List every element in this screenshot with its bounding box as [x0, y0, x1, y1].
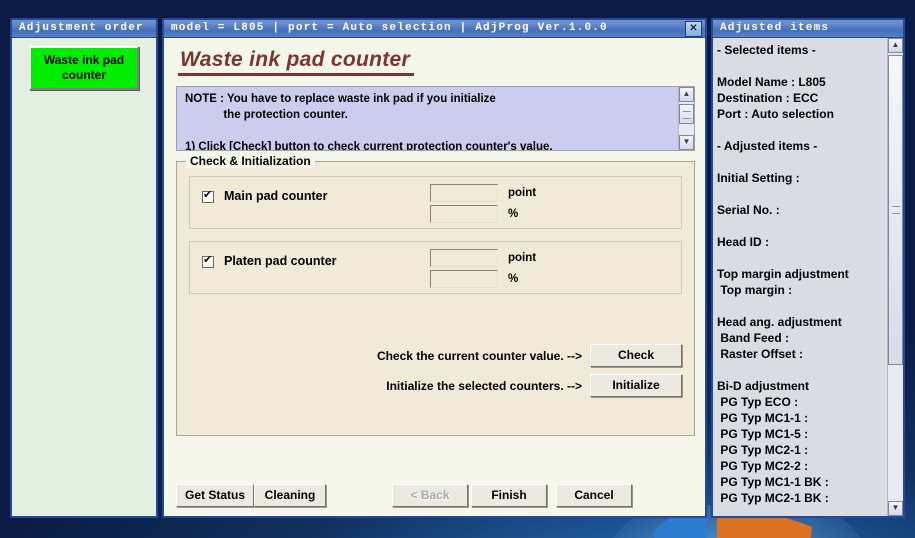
- platen-pad-percent-unit: %: [508, 273, 519, 285]
- note-scrollbar[interactable]: ▲ ▼: [678, 87, 694, 150]
- initialize-action-label: Initialize the selected counters. -->: [386, 378, 582, 393]
- platen-pad-percent-field[interactable]: [430, 270, 498, 288]
- back-button: < Back: [392, 484, 468, 507]
- finish-button[interactable]: Finish: [471, 484, 547, 507]
- main-pad-counter-row: Main pad counter point %: [189, 176, 682, 229]
- sidebar-title: Adjustment order: [12, 20, 156, 38]
- cleaning-button[interactable]: Cleaning: [254, 484, 326, 507]
- scroll-down-icon[interactable]: ▼: [888, 501, 903, 516]
- main-pad-point-field[interactable]: [430, 184, 498, 202]
- scroll-up-icon[interactable]: ▲: [679, 87, 694, 102]
- check-button[interactable]: Check: [590, 344, 682, 367]
- adjusted-items-text: - Selected items - Model Name : L805 Des…: [717, 43, 849, 505]
- check-and-initialization-group: Check & Initialization Main pad counter …: [176, 154, 695, 436]
- main-pad-percent-field[interactable]: [430, 205, 498, 223]
- scroll-up-icon[interactable]: ▲: [888, 38, 903, 53]
- platen-pad-counter-row: Platen pad counter point %: [189, 241, 682, 294]
- main-pad-counter-checkbox[interactable]: [202, 188, 214, 203]
- note-box: NOTE : You have to replace waste ink pad…: [176, 86, 695, 151]
- page-title: Waste ink pad counter: [178, 48, 414, 76]
- adjustment-order-panel: Adjustment order Waste ink pad counter: [10, 18, 158, 518]
- adjusted-items-panel: Adjusted items - Selected items - Model …: [711, 18, 905, 518]
- scrollbar-thumb[interactable]: [679, 104, 694, 124]
- platen-pad-counter-label: Platen pad counter: [224, 254, 337, 268]
- adjusted-items-scrollbar[interactable]: ▲ ▼: [887, 38, 903, 516]
- initialize-action-row: Initialize the selected counters. --> In…: [386, 374, 682, 397]
- platen-pad-point-field[interactable]: [430, 249, 498, 267]
- scroll-down-icon[interactable]: ▼: [679, 135, 694, 150]
- close-icon[interactable]: ✕: [685, 20, 702, 37]
- main-pad-counter-label: Main pad counter: [224, 189, 328, 203]
- adjusted-items-title: Adjusted items: [713, 20, 903, 38]
- sidebar-item-label: Waste ink pad counter: [43, 53, 125, 82]
- get-status-button[interactable]: Get Status: [176, 484, 254, 507]
- sidebar-body: Waste ink pad counter: [12, 38, 156, 516]
- main-window: model = L805 | port = Auto selection | A…: [162, 18, 707, 518]
- check-action-row: Check the current counter value. --> Che…: [377, 344, 682, 367]
- adjprog-application-window: Adjustment order Waste ink pad counter m…: [10, 18, 905, 518]
- note-text: NOTE : You have to replace waste ink pad…: [185, 93, 553, 150]
- window-title: model = L805 | port = Auto selection | A…: [171, 22, 608, 34]
- platen-pad-point-unit: point: [508, 252, 537, 264]
- footer-button-bar: Get Status Cleaning < Back Finish Cancel: [176, 484, 693, 508]
- cancel-button[interactable]: Cancel: [556, 484, 632, 507]
- platen-pad-counter-checkbox[interactable]: [202, 253, 214, 268]
- initialize-button[interactable]: Initialize: [590, 374, 682, 397]
- main-titlebar: model = L805 | port = Auto selection | A…: [164, 20, 705, 38]
- main-pad-percent-unit: %: [508, 208, 519, 220]
- adjusted-items-body: - Selected items - Model Name : L805 Des…: [713, 38, 903, 516]
- main-body: Waste ink pad counter NOTE : You have to…: [164, 38, 705, 516]
- main-pad-point-unit: point: [508, 187, 537, 199]
- scrollbar-thumb[interactable]: [888, 55, 903, 365]
- group-legend: Check & Initialization: [186, 154, 315, 168]
- check-action-label: Check the current counter value. -->: [376, 348, 582, 363]
- sidebar-item-waste-ink-pad-counter[interactable]: Waste ink pad counter: [29, 46, 139, 90]
